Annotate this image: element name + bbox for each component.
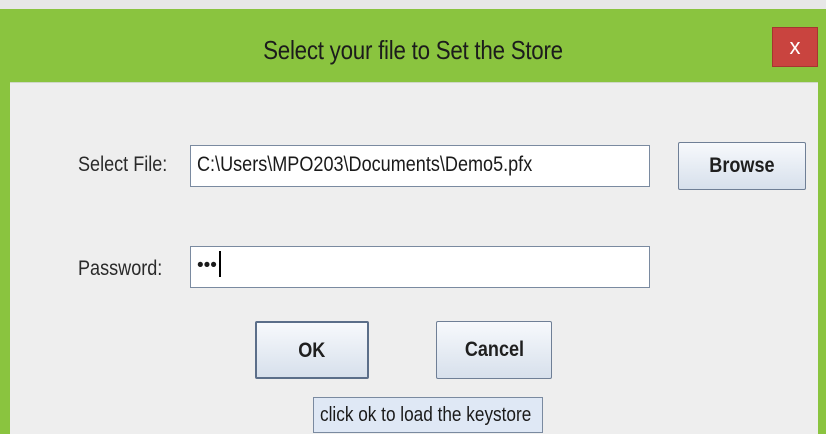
ok-button-label: OK [298,339,326,362]
ok-button[interactable]: OK [255,321,369,379]
cancel-button-label: Cancel [464,338,524,361]
password-input[interactable]: ••• [190,246,650,288]
text-caret [218,251,221,278]
file-path-input[interactable]: C:\Users\MPO203\Documents\Demo5.pfx [190,145,650,187]
password-label: Password: [78,257,163,280]
select-file-label: Select File: [78,153,168,176]
window-top-edge [0,0,826,9]
browse-button-label: Browse [709,154,775,177]
tooltip-text: click ok to load the keystore [320,404,532,426]
cancel-button[interactable]: Cancel [436,321,552,379]
password-masked-value: ••• [197,255,217,276]
dialog-title: Select your file to Set the Store [263,35,563,65]
dialog-content: Select File: C:\Users\MPO203\Documents\D… [10,82,818,434]
ok-tooltip: click ok to load the keystore [313,397,543,433]
close-button[interactable]: x [772,27,818,67]
title-bar[interactable]: Select your file to Set the Store x [0,9,826,81]
browse-button[interactable]: Browse [678,142,806,190]
dialog-window: Select your file to Set the Store x Sele… [0,0,826,434]
close-icon: x [789,34,801,59]
file-path-value: C:\Users\MPO203\Documents\Demo5.pfx [197,153,533,176]
